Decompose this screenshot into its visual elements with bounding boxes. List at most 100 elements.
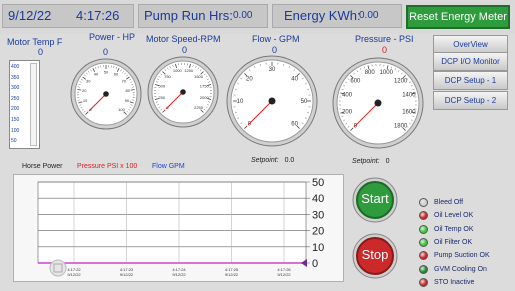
dcp-setup-2-button[interactable]: DCP Setup - 2 xyxy=(433,91,508,110)
pressure-gauge-label: Pressure - PSI xyxy=(355,34,414,44)
gauge-tick-label: 200 xyxy=(342,109,353,115)
gauge-tick-label: 30 xyxy=(86,78,91,83)
flow-setpoint-value: 0.0 xyxy=(284,157,295,164)
dcp-io-monitor-button[interactable]: DCP I/O Monitor xyxy=(433,52,508,71)
motor-temp-tick: 350 xyxy=(11,74,20,81)
trend-y-tick: 20 xyxy=(312,226,324,238)
status-label: Oil Level OK xyxy=(434,212,474,220)
trend-x-tick-date: 9/12/22 xyxy=(277,272,291,277)
pressure-setpoint: Setpoint: 0 xyxy=(352,158,390,165)
status-label: Pump Suction OK xyxy=(434,252,490,260)
gauge-hub xyxy=(374,99,382,107)
trend-y-tick: 40 xyxy=(312,193,324,205)
flow-setpoint: Setpoint: 0.0 xyxy=(251,157,294,164)
gauge-tick-label: 1000 xyxy=(173,68,183,73)
status-label: Oil Temp OK xyxy=(434,225,474,233)
gauge-tick-label: 100 xyxy=(118,107,125,112)
motor-temp-tick: 300 xyxy=(11,85,20,92)
flow-setpoint-label: Setpoint: xyxy=(251,157,279,164)
power-gauge-label: Power - HP xyxy=(89,32,136,42)
gauge-tick-label: 500 xyxy=(158,84,165,89)
legend-flow: Flow GPM xyxy=(152,163,185,170)
motor-temp-tick: 50 xyxy=(11,138,17,145)
flow-gauge: 0 10 20 30 40 50 60 xyxy=(226,55,318,147)
power-gauge-value: 0 xyxy=(103,47,109,57)
status-label: GVM Cooling On xyxy=(434,265,487,273)
motor-temp-tube xyxy=(30,63,37,146)
gauge-tick-label: 2000 xyxy=(200,95,210,100)
pressure-gauge-value: 0 xyxy=(382,45,388,55)
gauge-tick-label: 600 xyxy=(350,78,361,84)
speed-gauge-label: Motor Speed-RPM xyxy=(146,34,221,44)
energy-panel: Energy KWh: 0.00 xyxy=(272,4,402,28)
motor-temp-value: 0 xyxy=(38,47,44,57)
pump-run-value: 0.00 xyxy=(233,10,253,21)
time-display: 4:17:26 xyxy=(76,8,120,23)
gauge-tick-label: 40 xyxy=(291,76,298,82)
energy-value: 0.00 xyxy=(359,10,379,21)
gauge-tick-label: 750 xyxy=(164,74,171,79)
trend-x-tick-date: 9/12/22 xyxy=(172,272,186,277)
stop-label: Stop xyxy=(361,247,389,262)
gauge-hub xyxy=(180,89,186,95)
gauge-tick-label: 50 xyxy=(104,69,109,74)
gauge-tick-label: 50 xyxy=(301,99,308,105)
gauge-dial: 0102030405060 xyxy=(226,55,318,147)
power-gauge: 0102030405060708090100 xyxy=(70,58,142,130)
trend-x-tick-date: 9/12/22 xyxy=(67,272,81,277)
status-led-icon xyxy=(419,224,428,234)
top-status-bar: 9/12/22 4:17:26 Pump Run Hrs: 0.00 Energ… xyxy=(0,0,515,34)
gauge-dial: 0102030405060708090100 xyxy=(70,58,142,130)
gauge-tick-label: 30 xyxy=(269,67,276,73)
motor-temp-tick: 150 xyxy=(11,117,20,123)
flow-gauge-value: 0 xyxy=(272,45,278,55)
gauge-tick-label: 800 xyxy=(365,70,376,76)
status-label: Bleed Off xyxy=(434,199,464,206)
gauge-tick-label: 1750 xyxy=(200,84,210,89)
gauge-tick-label: 2250 xyxy=(194,105,204,110)
gauge-tick-label: 90 xyxy=(125,98,130,103)
status-led-icon xyxy=(419,198,428,207)
motor-temp-bar: 400 350 300 250 200 150 100 50 xyxy=(9,60,40,149)
trend-y-tick: 10 xyxy=(312,242,324,254)
gauge-tick-label: 250 xyxy=(158,95,165,100)
gauge-tick-label: 1600 xyxy=(402,109,416,115)
pump-run-label: Pump Run Hrs: xyxy=(144,8,233,23)
trend-x-tick-date: 9/12/22 xyxy=(120,272,134,277)
status-label: STO Inactive xyxy=(434,278,475,286)
legend-horse-power: Horse Power xyxy=(22,163,63,170)
pressure-gauge: 0 200 400 600 800 1000 1200 1400 1600 1800 xyxy=(332,57,424,149)
pressure-setpoint-label: Setpoint: xyxy=(352,158,380,165)
date-display: 9/12/22 xyxy=(8,8,52,23)
motor-temp-label: Motor Temp F xyxy=(7,37,63,47)
dcp-setup-1-button[interactable]: DCP Setup - 1 xyxy=(433,71,508,90)
gauge-tick-label: 1200 xyxy=(394,78,408,84)
gauge-tick-label: 60 xyxy=(291,122,298,128)
status-led-icon xyxy=(419,237,428,247)
trend-zoom-icon[interactable] xyxy=(49,259,67,277)
gauge-tick-label: 40 xyxy=(94,72,99,77)
motor-temp-tick: 100 xyxy=(11,127,20,134)
stop-button[interactable]: Stop xyxy=(352,233,398,279)
energy-label: Energy KWh: xyxy=(284,8,361,23)
gauge-tick-label: 10 xyxy=(83,98,88,103)
gauge-tick-label: 1500 xyxy=(194,74,204,79)
start-button[interactable]: Start xyxy=(352,177,398,223)
gauge-tick-label: 10 xyxy=(237,99,244,105)
motor-temp-tick: 250 xyxy=(11,95,20,102)
gauge-tick-label: 1250 xyxy=(184,68,194,73)
reset-energy-meter-button[interactable]: Reset Energy Meter xyxy=(406,5,510,29)
start-label: Start xyxy=(361,191,389,206)
gauge-tick-label: 20 xyxy=(82,88,87,93)
trend-plot: 504030201004:17:229/12/224:17:239/12/224… xyxy=(37,177,324,277)
speed-gauge: 0250500750100012501500175020002250 xyxy=(147,56,219,128)
gauge-hub xyxy=(268,97,276,105)
flow-gauge-label: Flow - GPM xyxy=(252,34,300,44)
gauge-tick-label: 1800 xyxy=(394,124,408,130)
trend-x-tick-date: 9/12/22 xyxy=(225,272,239,277)
status-led-icon xyxy=(419,264,428,274)
gauge-tick-label: 400 xyxy=(342,93,353,99)
pressure-setpoint-value: 0 xyxy=(385,158,390,165)
pump-run-panel: Pump Run Hrs: 0.00 xyxy=(138,4,268,28)
gauge-tick-label: 20 xyxy=(246,76,253,82)
